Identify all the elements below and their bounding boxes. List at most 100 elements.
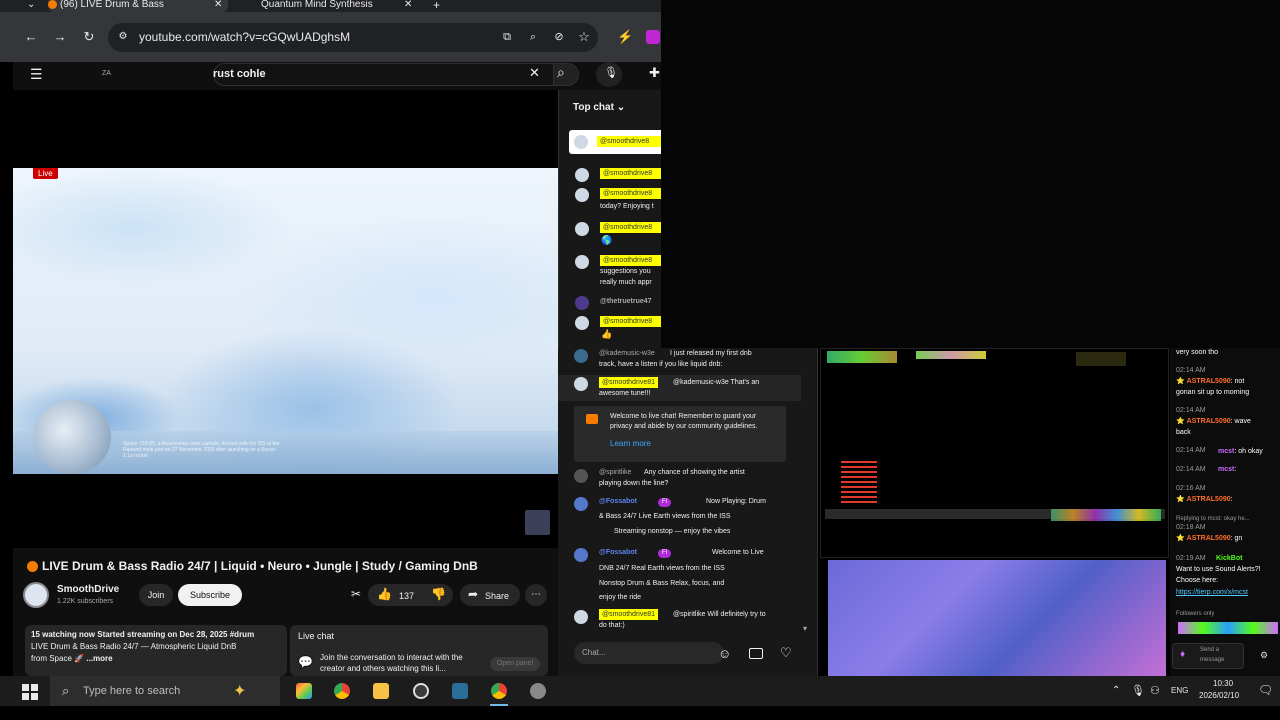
- clock-time[interactable]: 10:30: [1213, 679, 1233, 688]
- extension-icon[interactable]: [646, 30, 660, 44]
- search-highlight-icon[interactable]: ✦: [233, 681, 246, 701]
- avatar: [574, 377, 588, 391]
- microphone-tray-icon[interactable]: 🎙: [1131, 684, 1145, 697]
- chat-username: @spiritlike: [599, 469, 632, 476]
- forward-icon[interactable]: →: [53, 30, 67, 44]
- language-indicator[interactable]: ENG: [1171, 686, 1188, 695]
- chat-link[interactable]: https://tierp.com/x/mcst: [1176, 588, 1248, 598]
- emote-bar[interactable]: [1178, 622, 1278, 634]
- scroll-down-icon[interactable]: ▾: [803, 624, 807, 633]
- active-app-indicator: [490, 704, 508, 706]
- chat-timestamp: 02:14 AM: [1176, 466, 1206, 473]
- badge-icon: ⭐: [1176, 378, 1185, 385]
- microphone-icon: 🎙: [604, 67, 618, 79]
- search-query[interactable]: rust cohle: [213, 68, 266, 80]
- avatar: [575, 296, 589, 310]
- close-tab-icon[interactable]: ✕: [404, 0, 412, 10]
- app-icon[interactable]: [530, 683, 546, 699]
- menu-icon[interactable]: ☰: [30, 66, 43, 83]
- chat-message: Nonstop Drum & Bass Relax, focus, and: [599, 580, 725, 587]
- chat-input[interactable]: Chat...: [574, 642, 724, 664]
- copilot-icon[interactable]: [296, 683, 312, 699]
- channel-avatar[interactable]: [23, 582, 49, 608]
- avatar: [575, 168, 589, 182]
- description-box[interactable]: 15 watching now Started streaming on Dec…: [25, 625, 287, 676]
- settings-icon[interactable]: ⚙: [1260, 650, 1268, 661]
- subscribe-button[interactable]: Subscribe: [178, 584, 242, 606]
- browser-toolbar: ← → ↻ ⚙ youtube.com/watch?v=cGQwUADghsM …: [0, 12, 661, 62]
- game-hud-right: [1076, 352, 1126, 366]
- like-count: 137: [399, 591, 415, 601]
- clip-icon[interactable]: ✂: [351, 587, 361, 601]
- chat-message: gonan sit up to morning: [1176, 389, 1250, 396]
- file-explorer-icon[interactable]: [373, 683, 389, 699]
- game-stream-view[interactable]: [820, 348, 1169, 558]
- eye-hidden-icon[interactable]: ⊘: [552, 30, 566, 44]
- bookmark-star-icon[interactable]: ☆: [577, 30, 591, 44]
- video-player[interactable]: Live Space: ISS 05, a Roscosmos crew cap…: [13, 90, 558, 548]
- avatar: [574, 349, 588, 363]
- subscriber-count: 1.22K subscribers: [57, 598, 114, 605]
- more-actions-icon[interactable]: ⋯: [525, 584, 547, 606]
- live-chat-card-title: Live chat: [298, 631, 335, 641]
- tab-live-drum-bass[interactable]: (96) LIVE Drum & Bass: [48, 0, 228, 12]
- back-icon[interactable]: ←: [24, 30, 38, 44]
- reload-icon[interactable]: ↻: [82, 30, 96, 44]
- live-chat-panel-lower: @kademusic-w3e I just released my first …: [558, 348, 818, 676]
- top-chat-label: Top chat: [573, 102, 614, 113]
- chat-username: @smoothdrive8: [600, 168, 662, 179]
- close-tab-icon[interactable]: ✕: [214, 0, 222, 10]
- chat-username: @smoothdrive81: [599, 609, 659, 620]
- search-icon: ⌕: [557, 64, 565, 80]
- tab-quantum-mind[interactable]: Quantum Mind Synthesis: [243, 0, 393, 12]
- snipping-tool-icon[interactable]: [452, 683, 468, 699]
- open-panel-button[interactable]: Open panel: [490, 657, 540, 671]
- tab-search-chevron-icon[interactable]: ⌄: [27, 0, 35, 10]
- create-icon[interactable]: ✚: [649, 65, 660, 81]
- channel-watermark-icon[interactable]: [525, 510, 550, 535]
- chat-message: I just released my first dnb: [670, 350, 752, 357]
- chat-username: @thetruetrue47: [600, 298, 652, 305]
- dislike-icon[interactable]: 👎: [431, 587, 446, 601]
- show-more-link[interactable]: ...more: [86, 654, 112, 663]
- desktop: ⌄ (96) LIVE Drum & Bass ✕ Quantum Mind S…: [0, 0, 1280, 720]
- share-label: Share: [485, 591, 510, 601]
- channel-name[interactable]: SmoothDrive: [57, 584, 119, 595]
- clear-search-icon[interactable]: ✕: [529, 65, 540, 81]
- join-button[interactable]: Join: [139, 584, 173, 606]
- open-in-app-icon[interactable]: ⧉: [500, 30, 514, 44]
- new-tab-icon[interactable]: +: [433, 0, 440, 11]
- pinned-message[interactable]: @smoothdrive8: [569, 130, 662, 154]
- obs-icon[interactable]: [413, 683, 429, 699]
- chat-message: @kademusic-w3e That's an: [673, 379, 760, 386]
- network-icon[interactable]: ⚇: [1150, 684, 1160, 697]
- chat-username: mcst: [1218, 448, 1235, 455]
- chat-message: back: [1176, 429, 1191, 436]
- extension-icon[interactable]: ⚡: [617, 30, 633, 44]
- chrome-icon[interactable]: [334, 683, 350, 699]
- tray-overflow-icon[interactable]: ⌃: [1112, 685, 1120, 696]
- clock-date[interactable]: 2026/02/10: [1199, 691, 1239, 700]
- emote-icon[interactable]: ♦: [1180, 649, 1185, 660]
- video-frame[interactable]: Live Space: ISS 05, a Roscosmos crew cap…: [13, 168, 558, 474]
- game-hud-left: [827, 351, 897, 363]
- chat-message: Now Playing: Drum: [706, 498, 766, 505]
- zoom-icon[interactable]: ⌕: [526, 30, 540, 44]
- windows-start-icon[interactable]: [22, 684, 38, 700]
- url-text[interactable]: youtube.com/watch?v=cGQwUADghsM: [139, 30, 350, 44]
- like-icon[interactable]: 👍: [377, 587, 392, 601]
- emoji-icon: 🌎: [601, 235, 613, 245]
- chat-username: @smoothdrive8: [600, 188, 662, 199]
- emoji-picker-icon[interactable]: ☺: [718, 646, 731, 661]
- chrome-profile-icon[interactable]: [491, 683, 507, 699]
- live-chat-icon: [586, 414, 598, 424]
- heart-icon[interactable]: ♡: [780, 645, 792, 661]
- super-chat-icon[interactable]: [749, 648, 763, 659]
- taskbar-search-placeholder: Type here to search: [83, 685, 181, 697]
- top-chat-dropdown[interactable]: Top chat ⌄: [573, 102, 625, 113]
- avatar: [574, 135, 588, 149]
- learn-more-link[interactable]: Learn more: [610, 439, 651, 448]
- site-info-icon[interactable]: ⚙: [116, 30, 130, 44]
- avatar: [574, 469, 588, 483]
- notification-icon[interactable]: 🗨: [1258, 683, 1273, 697]
